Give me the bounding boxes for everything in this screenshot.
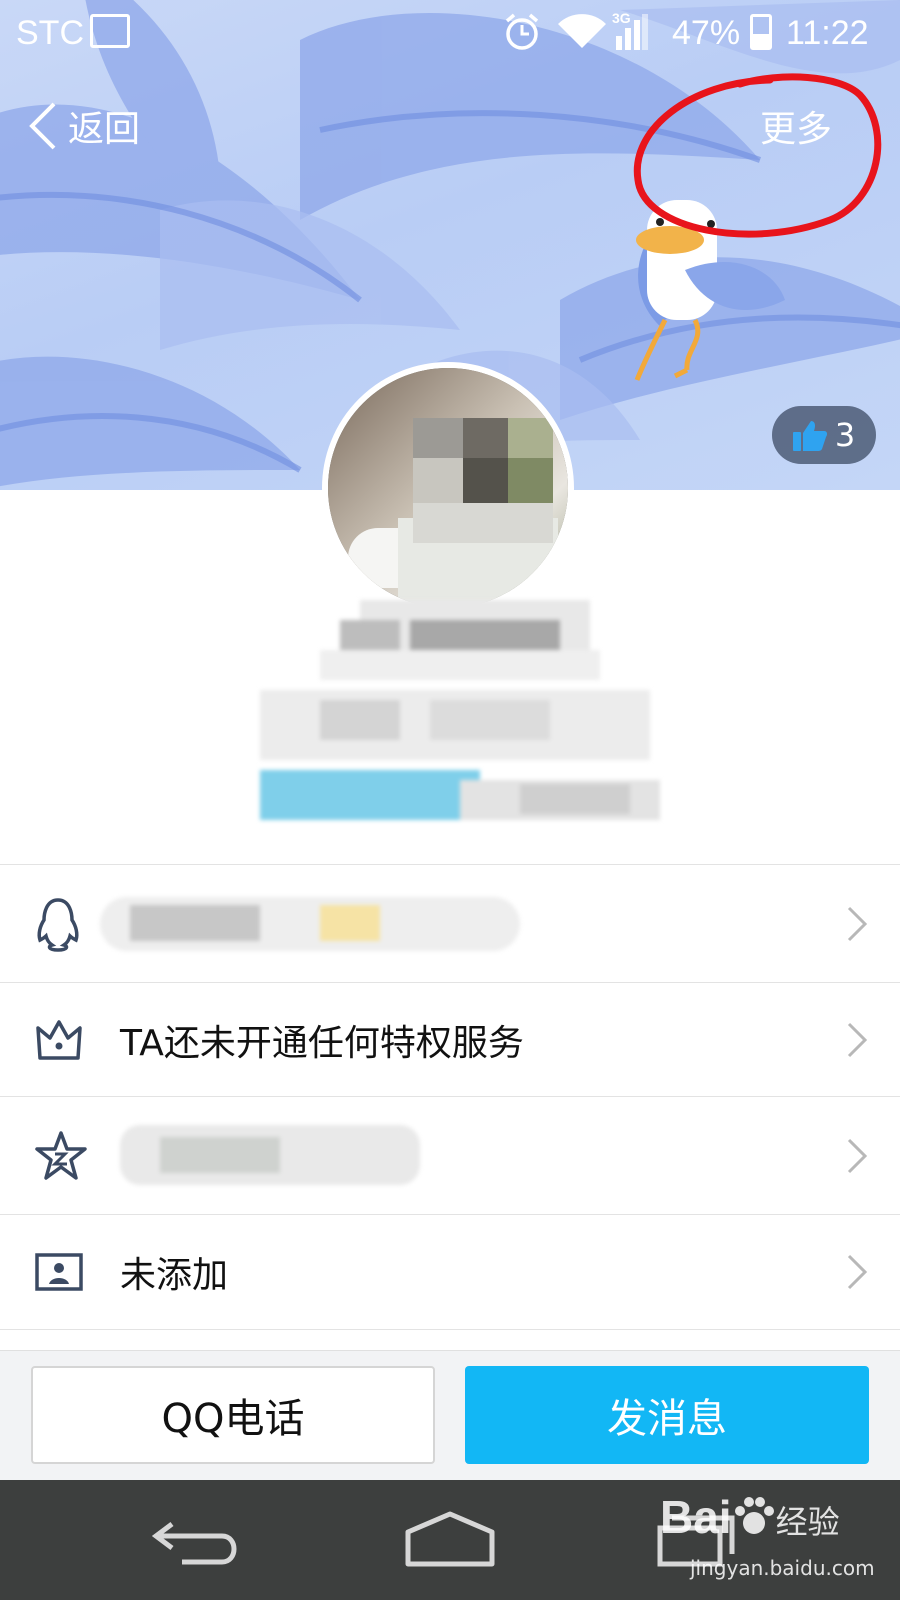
redacted-tags bbox=[260, 760, 670, 830]
back-button[interactable]: 返回 bbox=[24, 96, 140, 156]
avatar-pixel bbox=[463, 418, 508, 458]
like-button[interactable]: 3 bbox=[772, 406, 876, 464]
thumbs-up-icon bbox=[792, 421, 827, 451]
chevron-right-icon bbox=[847, 1138, 868, 1173]
qq-call-button[interactable]: QQ电话 bbox=[31, 1366, 435, 1464]
status-bar: STC 3G 47% 11:22 bbox=[0, 0, 900, 66]
avatar-pixel bbox=[508, 458, 553, 503]
watermark-brand-cn: 经验 bbox=[775, 1503, 840, 1541]
like-count: 3 bbox=[834, 416, 856, 454]
redacted-location bbox=[230, 680, 660, 770]
wifi-icon bbox=[558, 14, 606, 49]
send-message-button[interactable]: 发消息 bbox=[465, 1366, 869, 1464]
chevron-right-icon bbox=[847, 906, 868, 941]
watermark-brand: Bai bbox=[660, 1491, 732, 1543]
chevron-right-icon bbox=[847, 1254, 868, 1290]
battery-icon bbox=[750, 14, 772, 50]
avatar-pixel bbox=[508, 418, 553, 458]
battery-percent: 47% bbox=[672, 14, 741, 52]
id-card-icon bbox=[35, 1253, 83, 1291]
avatar-pixel bbox=[413, 503, 553, 543]
business-card-row[interactable]: 未添加 bbox=[0, 1214, 900, 1330]
back-key-icon[interactable] bbox=[152, 1512, 244, 1568]
image-notification-icon bbox=[90, 14, 130, 48]
signal-bars-icon bbox=[616, 14, 648, 50]
qq-account-row[interactable] bbox=[0, 864, 900, 982]
avatar-pixel bbox=[413, 458, 463, 503]
avatar[interactable] bbox=[322, 362, 574, 614]
alarm-icon bbox=[505, 13, 539, 50]
watermark-url: jingyan.baidu.com bbox=[690, 1556, 875, 1580]
baidu-watermark: Bai 经验 jingyan.baidu.com bbox=[660, 1490, 875, 1580]
home-key-icon[interactable] bbox=[404, 1510, 496, 1568]
annotation-circle bbox=[633, 73, 882, 238]
crown-icon bbox=[36, 1019, 82, 1060]
clock: 11:22 bbox=[786, 14, 869, 52]
chevron-left-icon bbox=[29, 102, 56, 150]
carrier-name: STC bbox=[16, 14, 84, 52]
star-icon bbox=[35, 1130, 87, 1180]
chevron-right-icon bbox=[847, 1022, 868, 1057]
redacted-level bbox=[120, 1119, 430, 1199]
redacted-account bbox=[100, 887, 530, 961]
back-label: 返回 bbox=[68, 109, 141, 150]
penguin-icon bbox=[37, 897, 79, 952]
card-text: 未添加 bbox=[120, 1255, 229, 1296]
avatar-pixel bbox=[413, 418, 463, 458]
paw-icon bbox=[734, 1497, 774, 1534]
privilege-text: TA还未开通任何特权服务 bbox=[120, 1022, 524, 1064]
redacted-nickname bbox=[320, 590, 620, 680]
privilege-row[interactable]: TA还未开通任何特权服务 bbox=[0, 982, 900, 1096]
avatar-pixel bbox=[463, 458, 508, 503]
level-row[interactable] bbox=[0, 1096, 900, 1214]
